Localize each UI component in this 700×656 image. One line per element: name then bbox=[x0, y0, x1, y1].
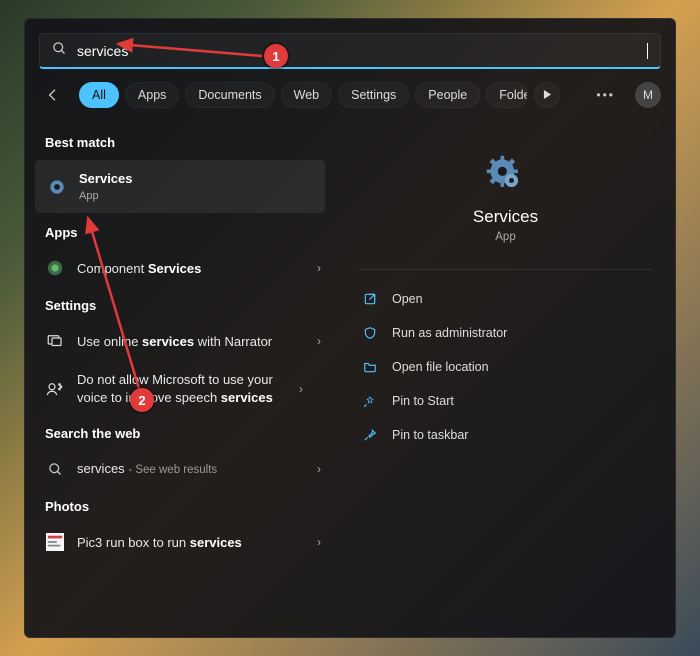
action-pin-to-taskbar[interactable]: Pin to taskbar bbox=[358, 418, 653, 452]
filter-row: All Apps Documents Web Settings People F… bbox=[25, 69, 675, 117]
search-bar[interactable] bbox=[39, 33, 661, 69]
chevron-right-icon: › bbox=[317, 462, 321, 476]
result-web-services[interactable]: services - See web results › bbox=[25, 449, 335, 489]
action-open[interactable]: Open bbox=[358, 282, 653, 316]
action-open-file-location[interactable]: Open file location bbox=[358, 350, 653, 384]
section-settings: Settings bbox=[25, 288, 335, 321]
result-photo-pic3[interactable]: Pic3 run box to run services › bbox=[25, 522, 335, 562]
text-caret bbox=[647, 43, 648, 59]
gear-icon bbox=[484, 153, 528, 197]
filter-tab-all[interactable]: All bbox=[79, 82, 119, 108]
narrator-icon bbox=[45, 331, 65, 351]
preview-subtitle: App bbox=[495, 231, 515, 243]
results-list: Best match Services App Apps Component S… bbox=[25, 117, 335, 637]
more-options-button[interactable]: ••• bbox=[588, 84, 623, 106]
folder-icon bbox=[362, 359, 378, 375]
result-subtitle: App bbox=[79, 189, 311, 204]
preview-title: Services bbox=[473, 207, 538, 227]
open-icon bbox=[362, 291, 378, 307]
result-best-match-services[interactable]: Services App bbox=[35, 160, 325, 213]
filter-tab-settings[interactable]: Settings bbox=[338, 82, 409, 108]
result-setting-narrator-online-services[interactable]: Use online services with Narrator › bbox=[25, 321, 335, 361]
pin-icon bbox=[362, 427, 378, 443]
user-avatar[interactable]: M bbox=[635, 82, 661, 108]
divider bbox=[358, 269, 653, 270]
chevron-right-icon: › bbox=[317, 261, 321, 275]
result-app-component-services[interactable]: Component Services › bbox=[25, 248, 335, 288]
chevron-right-icon: › bbox=[299, 382, 303, 396]
gear-icon bbox=[47, 177, 67, 197]
filter-tab-people[interactable]: People bbox=[415, 82, 480, 108]
start-search-panel: All Apps Documents Web Settings People F… bbox=[24, 18, 676, 638]
chevron-right-icon: › bbox=[317, 334, 321, 348]
filter-tab-apps[interactable]: Apps bbox=[125, 82, 180, 108]
section-web: Search the web bbox=[25, 416, 335, 449]
filter-tab-web[interactable]: Web bbox=[281, 82, 332, 108]
result-setting-speech-services[interactable]: Do not allow Microsoft to use your voice… bbox=[25, 361, 335, 416]
photo-thumbnail-icon bbox=[45, 532, 65, 552]
search-input[interactable] bbox=[77, 43, 645, 59]
filter-scroll-right[interactable] bbox=[534, 82, 560, 108]
preview-pane: Services App Open Run as administrator O… bbox=[335, 117, 675, 637]
shield-icon bbox=[362, 325, 378, 341]
annotation-badge-1: 1 bbox=[264, 44, 288, 68]
filter-tab-documents[interactable]: Documents bbox=[185, 82, 274, 108]
component-services-icon bbox=[45, 258, 65, 278]
action-run-as-admin[interactable]: Run as administrator bbox=[358, 316, 653, 350]
action-pin-to-start[interactable]: Pin to Start bbox=[358, 384, 653, 418]
filter-tab-folders[interactable]: Folders bbox=[486, 82, 528, 108]
result-title: Services bbox=[79, 171, 133, 186]
chevron-right-icon: › bbox=[317, 535, 321, 549]
annotation-badge-2: 2 bbox=[130, 388, 154, 412]
search-icon bbox=[52, 41, 67, 61]
section-best-match: Best match bbox=[25, 125, 335, 158]
section-photos: Photos bbox=[25, 489, 335, 522]
search-icon bbox=[45, 459, 65, 479]
speech-icon bbox=[45, 379, 65, 399]
section-apps: Apps bbox=[25, 215, 335, 248]
back-button[interactable] bbox=[39, 81, 67, 109]
pin-icon bbox=[362, 393, 378, 409]
